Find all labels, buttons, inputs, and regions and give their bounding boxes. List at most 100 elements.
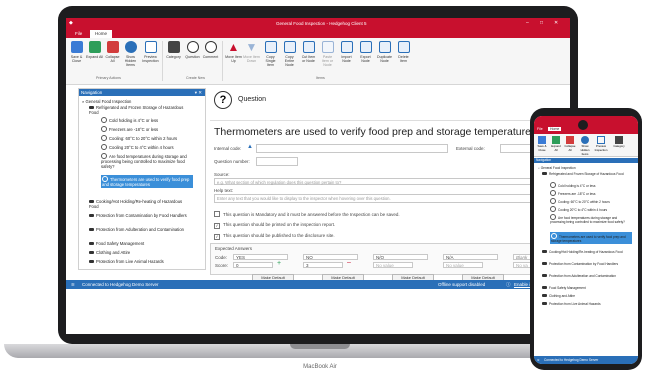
- close-icon[interactable]: ✕: [554, 20, 558, 26]
- phone-status-bar: ≋ Connected to Hedgehog Demo Server: [534, 356, 638, 364]
- answer-code-no[interactable]: N/O: [373, 254, 428, 260]
- preview-icon: [597, 136, 605, 144]
- save-close-button[interactable]: Save & Close: [68, 41, 85, 63]
- nav-category-clothing[interactable]: Clothing and Attire: [89, 250, 189, 255]
- minimize-icon[interactable]: –: [526, 20, 529, 26]
- phone-nav-category-refrigerated[interactable]: Refrigerated and Frozen Storage of Hazar…: [542, 172, 632, 176]
- question-icon: [550, 206, 556, 212]
- phone-nav-question-cooling-20[interactable]: Cooling 20°C to 4°C within 4 hours: [550, 206, 636, 212]
- nav-question-freezers[interactable]: Freezers are -18°C or less: [101, 126, 158, 132]
- pin-icon[interactable]: ▾ ✕: [195, 89, 202, 96]
- nav-category-adulteration[interactable]: Protection from Adulteration and Contami…: [89, 227, 189, 232]
- wifi-icon: ≋: [71, 282, 75, 287]
- mandatory-checkbox[interactable]: This question is Mandatory and it must b…: [214, 211, 400, 217]
- nav-question-thermometers[interactable]: Thermometers are used to verify food pre…: [101, 175, 193, 188]
- collapse-icon: [106, 41, 119, 53]
- source-input[interactable]: e.g. What section of which regulation do…: [214, 178, 570, 185]
- answer-score-yes[interactable]: 0: [233, 262, 273, 268]
- internal-code-input[interactable]: [256, 144, 448, 153]
- answer-score-na[interactable]: No value: [443, 262, 483, 268]
- phone-tab-file[interactable]: File: [537, 127, 543, 131]
- book-icon: [615, 136, 623, 144]
- group-label-create: Create New: [186, 76, 205, 80]
- import-node-button[interactable]: Import Node: [338, 41, 355, 63]
- info-icon: ⓘ: [506, 282, 511, 287]
- paste-button[interactable]: Paste Item or Node: [319, 41, 336, 67]
- copy-single-button[interactable]: Copy Single Item: [262, 41, 279, 67]
- phone-nav-root[interactable]: ⌕ General Food Inspection: [538, 166, 576, 170]
- minus-icon[interactable]: –: [347, 259, 351, 266]
- warning-icon: ▲: [247, 144, 253, 150]
- collapse-icon: [566, 136, 574, 144]
- nav-question-cooling-20[interactable]: Cooling 20°C to 4°C within 4 hours: [101, 144, 174, 150]
- nav-question-cooling-60[interactable]: Cooling: 60°C to 20°C within 2 hours: [101, 135, 177, 141]
- window-title: General Food Inspection - Hedgehog Clien…: [276, 21, 367, 26]
- cut-button[interactable]: Cut Item or Node: [300, 41, 317, 63]
- show-hidden-button[interactable]: Show Hidden Items: [122, 41, 139, 67]
- phone-category-button[interactable]: Category: [612, 136, 626, 148]
- phone-nav-header: Navigation: [534, 158, 638, 163]
- eye-icon: [124, 41, 137, 53]
- import-icon: [340, 41, 353, 53]
- phone-save-button[interactable]: Save & Close: [536, 136, 548, 152]
- tab-file[interactable]: File: [70, 30, 87, 38]
- publish-checkbox[interactable]: ✓ This question should be published to th…: [214, 233, 335, 240]
- checkbox-checked-icon: ✓: [214, 223, 220, 229]
- answer-score-no-observed[interactable]: No value: [373, 262, 413, 268]
- nav-item-root[interactable]: ⌕ General Food Inspection: [82, 99, 131, 104]
- internal-code-label: Internal code:: [214, 146, 242, 151]
- phone-nav-category-safety[interactable]: Food Safety Management: [542, 286, 632, 290]
- book-icon: [542, 172, 547, 175]
- preview-inspection-button[interactable]: Preview Inspection: [142, 41, 159, 63]
- export-node-button[interactable]: Export Node: [357, 41, 374, 63]
- export-icon: [359, 41, 372, 53]
- phone-collapse-button[interactable]: Collapse All: [564, 136, 576, 152]
- move-down-button[interactable]: ▼ Move Item Down: [243, 41, 260, 63]
- maximize-icon[interactable]: □: [540, 20, 543, 26]
- duplicate-node-button[interactable]: Duplicate Node: [376, 41, 393, 63]
- phone-nav-question-cold[interactable]: Cold holding is 4°C or less: [550, 182, 595, 188]
- nav-question-food-temps[interactable]: Are food temperatures during storage and…: [101, 153, 189, 169]
- phone-expand-button[interactable]: Expand All: [550, 136, 562, 152]
- phone-show-hidden-button[interactable]: Show Hidden Items: [578, 136, 592, 156]
- answer-code-na[interactable]: N/A: [443, 254, 498, 260]
- phone-nav-category-animals[interactable]: Protection from Live Animal Hazards: [542, 302, 632, 306]
- phone-nav-category-adulteration[interactable]: Protection from Adulteration and Contami…: [542, 274, 632, 278]
- ribbon-separator: [162, 41, 163, 81]
- app-logo-icon: ◆: [69, 20, 73, 26]
- nav-category-cooking[interactable]: Cooking/Hot Holding/Re-heating of Hazard…: [89, 199, 189, 209]
- question-text[interactable]: Thermometers are used to verify food pre…: [214, 126, 536, 138]
- help-text-input[interactable]: Enter any text that you would like to di…: [214, 194, 570, 203]
- phone-nav-category-clothing[interactable]: Clothing and Attire: [542, 294, 632, 298]
- delete-item-button[interactable]: Delete Item: [395, 41, 412, 63]
- nav-question-cold-holding[interactable]: Cold holding is 4°C or less: [101, 117, 158, 123]
- category-button[interactable]: Category: [165, 41, 182, 59]
- phone-nav-category-cooking[interactable]: Cooking/Hot Holding/Re-heating of Hazard…: [542, 250, 632, 254]
- plus-icon[interactable]: +: [277, 260, 281, 267]
- phone-nav-question-freezers[interactable]: Freezers are -18°C or less: [550, 190, 595, 196]
- question-icon: [101, 117, 107, 123]
- tab-home[interactable]: Home: [90, 30, 113, 38]
- phone-nav-category-handlers[interactable]: Protection from Contamination by Food Ha…: [542, 262, 632, 266]
- delete-icon: [397, 41, 410, 53]
- collapse-all-button[interactable]: Collapse All: [104, 41, 121, 63]
- copy-node-button[interactable]: Copy Entire Node: [281, 41, 298, 67]
- question-button[interactable]: Question: [184, 41, 201, 59]
- print-checkbox[interactable]: ✓ This question should be printed on the …: [214, 222, 335, 229]
- ribbon: Save & Close Expand All Collapse All Sho…: [66, 38, 570, 85]
- question-number-input[interactable]: [256, 157, 298, 166]
- expand-all-button[interactable]: Expand All: [86, 41, 103, 59]
- nav-category-refrigerated[interactable]: Refrigerated and Frozen Storage of Hazar…: [89, 105, 189, 115]
- nav-category-handlers[interactable]: Protection from Contamination by Food Ha…: [89, 213, 189, 218]
- phone-nav-question-thermometers[interactable]: Thermometers are used to verify food pre…: [550, 232, 632, 244]
- move-up-button[interactable]: ▲ Move Item Up: [225, 41, 242, 63]
- nav-category-safety[interactable]: Food Safety Management: [89, 241, 189, 246]
- nav-category-animals[interactable]: Protection from Live Animal Hazards: [89, 259, 189, 264]
- phone-preview-button[interactable]: Preview Inspection: [594, 136, 608, 152]
- phone-nav-question-food-temps[interactable]: Are food temperatures during storage and…: [550, 214, 630, 224]
- phone-nav-question-cooling-60[interactable]: Cooling: 60°C to 20°C within 2 hours: [550, 198, 636, 204]
- comment-button[interactable]: Comment: [202, 41, 219, 59]
- answer-score-no[interactable]: 3: [303, 262, 343, 268]
- enable-offline-link[interactable]: Enable it: [514, 280, 532, 289]
- phone-tab-home[interactable]: Home: [548, 127, 562, 131]
